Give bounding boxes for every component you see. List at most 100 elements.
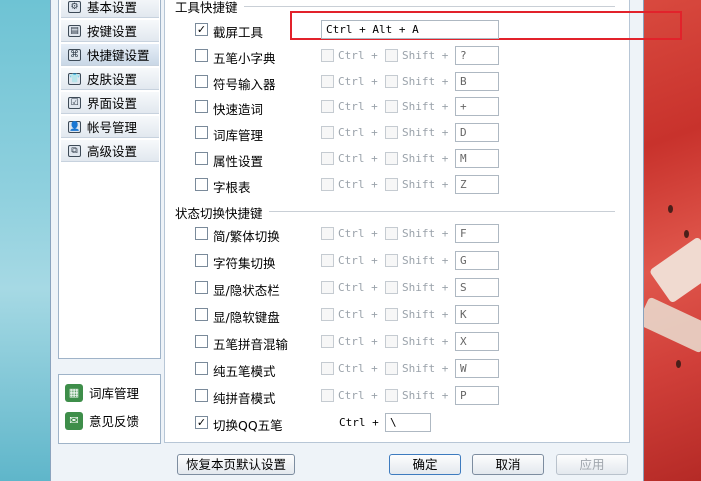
shortcut-key-field[interactable]: D <box>455 123 499 143</box>
apply-button[interactable]: 应用 <box>556 454 628 475</box>
shortcut-row: 字根表 Ctrl + Shift + Z <box>195 174 595 195</box>
shortcut-key-field[interactable]: K <box>455 305 499 324</box>
ctrl-modifier-label: Ctrl + <box>338 335 378 348</box>
sidebar-item-4[interactable]: ☑ 界面设置 <box>61 92 159 114</box>
user-icon: 👤 <box>68 120 81 133</box>
ctrl-modifier-label: Ctrl + <box>339 416 379 429</box>
enable-checkbox[interactable] <box>195 152 208 165</box>
ctrl-modifier-label: Ctrl + <box>338 227 378 240</box>
shortcut-settings-panel: 工具快捷键 状态切换快捷键 ✓ 截屏工具 Ctrl + Alt + A 五笔小字典 Ct… <box>164 0 682 443</box>
shortcut-label: 截屏工具 <box>213 25 264 40</box>
ctrl-checkbox[interactable] <box>321 335 334 348</box>
keyboard-icon: ▤ <box>68 24 81 37</box>
shift-checkbox[interactable] <box>385 152 398 165</box>
shortcut-key-field[interactable]: B <box>455 71 499 91</box>
ctrl-checkbox[interactable] <box>321 362 334 375</box>
shift-checkbox[interactable] <box>385 74 398 88</box>
enable-checkbox[interactable] <box>195 281 208 294</box>
ctrl-checkbox[interactable] <box>321 48 334 62</box>
enable-checkbox[interactable] <box>195 100 208 114</box>
sidebar-item-5[interactable]: 👤 帐号管理 <box>61 116 159 138</box>
enable-checkbox[interactable] <box>195 48 208 62</box>
enable-checkbox[interactable] <box>195 227 208 240</box>
shortcut-key-field[interactable]: Z <box>455 174 499 194</box>
shift-checkbox[interactable] <box>385 48 398 62</box>
enable-checkbox[interactable] <box>195 74 208 88</box>
restore-defaults-button[interactable]: 恢复本页默认设置 <box>177 454 295 475</box>
shift-checkbox[interactable] <box>385 227 398 240</box>
shortcut-key-field[interactable]: G <box>455 251 499 270</box>
enable-checkbox[interactable] <box>195 254 208 267</box>
ctrl-checkbox[interactable] <box>321 74 334 88</box>
ctrl-checkbox[interactable] <box>321 152 334 165</box>
shift-checkbox[interactable] <box>385 126 398 140</box>
ctrl-modifier-label: Ctrl + <box>338 254 378 267</box>
sidebar-item-2[interactable]: ⌘ 快捷键设置 <box>61 44 159 66</box>
shift-checkbox[interactable] <box>385 308 398 321</box>
shortcut-key-field[interactable]: W <box>455 359 499 378</box>
shift-checkbox[interactable] <box>385 362 398 375</box>
advanced-icon: ⧉ <box>68 144 81 157</box>
sidebar-item-0[interactable]: ⚙ 基本设置 <box>61 0 159 18</box>
ctrl-checkbox[interactable] <box>321 177 334 191</box>
shortcut-icon: ⌘ <box>68 48 81 61</box>
shortcut-key-field[interactable]: + <box>455 97 499 117</box>
shortcut-row: 纯拼音模式 Ctrl + Shift + P <box>195 386 595 406</box>
ctrl-modifier-label: Ctrl + <box>338 177 378 191</box>
ctrl-checkbox[interactable] <box>321 100 334 114</box>
shift-checkbox[interactable] <box>385 335 398 348</box>
enable-checkbox[interactable]: ✓ <box>195 23 208 36</box>
sidebar-bottom-item-0[interactable]: ▦ 词库管理 <box>65 383 139 402</box>
ctrl-checkbox[interactable] <box>321 126 334 140</box>
ctrl-modifier-label: Ctrl + <box>338 152 378 165</box>
enable-checkbox[interactable] <box>195 126 208 140</box>
ok-button[interactable]: 确定 <box>389 454 461 475</box>
shortcut-key-field[interactable]: F <box>455 224 499 243</box>
shortcut-key-field[interactable]: Ctrl + Alt + A <box>321 20 499 39</box>
shortcut-key-field[interactable]: ? <box>455 45 499 65</box>
sidebar-bottom-panel: ▦ 词库管理 ✉ 意见反馈 <box>58 374 161 444</box>
sidebar-bottom-label: 词库管理 <box>89 386 140 401</box>
shift-checkbox[interactable] <box>385 177 398 191</box>
shortcut-key-field[interactable]: S <box>455 278 499 297</box>
shift-checkbox[interactable] <box>385 254 398 267</box>
wallpaper-decoration <box>684 230 689 238</box>
shortcut-label: 五笔小字典 <box>213 50 276 66</box>
shift-checkbox[interactable] <box>385 100 398 114</box>
ctrl-checkbox[interactable] <box>321 308 334 321</box>
enable-checkbox[interactable] <box>195 362 208 375</box>
shift-checkbox[interactable] <box>385 281 398 294</box>
ctrl-checkbox[interactable] <box>321 227 334 240</box>
enable-checkbox[interactable] <box>195 335 208 348</box>
shift-modifier-label: Shift + <box>402 335 449 348</box>
shift-checkbox[interactable] <box>385 389 398 402</box>
ctrl-checkbox[interactable] <box>321 281 334 294</box>
shortcut-row: 五笔小字典 Ctrl + Shift +? <box>195 45 595 66</box>
shortcut-label: 简/繁体切换 <box>213 229 280 244</box>
ctrl-modifier-label: Ctrl + <box>338 362 378 375</box>
wallpaper-decoration <box>676 360 681 368</box>
shortcut-key-field[interactable]: \ <box>385 413 431 432</box>
settings-dialog: ⚙ 基本设置 ▤ 按键设置 ⌘ 快捷键设置 👕 皮肤设置 ☑ 界面设置 👤 帐号管理 ⧉ 高级设置 ▦ 词库… <box>50 0 682 481</box>
shortcut-key-field[interactable]: M <box>455 149 499 168</box>
enable-checkbox[interactable] <box>195 308 208 321</box>
sidebar-bottom-item-1[interactable]: ✉ 意见反馈 <box>65 411 139 430</box>
sidebar-bottom-label: 意见反馈 <box>89 414 140 429</box>
ctrl-modifier-label: Ctrl + <box>338 74 378 88</box>
shortcut-label: 五笔拼音混输 <box>213 337 289 352</box>
sidebar-item-6[interactable]: ⧉ 高级设置 <box>61 140 159 162</box>
ctrl-checkbox[interactable] <box>321 389 334 402</box>
shortcut-row: ✓ 截屏工具 Ctrl + Alt + A <box>195 20 595 40</box>
cancel-button[interactable]: 取消 <box>472 454 544 475</box>
shortcut-label: 字符集切换 <box>213 256 276 271</box>
enable-checkbox[interactable]: ✓ <box>195 416 208 429</box>
shortcut-row: 简/繁体切换 Ctrl + Shift + F <box>195 224 595 244</box>
sidebar-item-1[interactable]: ▤ 按键设置 <box>61 20 159 42</box>
enable-checkbox[interactable] <box>195 177 208 191</box>
ctrl-modifier-label: Ctrl + <box>338 126 378 140</box>
shortcut-key-field[interactable]: X <box>455 332 499 351</box>
ctrl-checkbox[interactable] <box>321 254 334 267</box>
sidebar-item-3[interactable]: 👕 皮肤设置 <box>61 68 159 90</box>
shortcut-key-field[interactable]: P <box>455 386 499 405</box>
enable-checkbox[interactable] <box>195 389 208 402</box>
